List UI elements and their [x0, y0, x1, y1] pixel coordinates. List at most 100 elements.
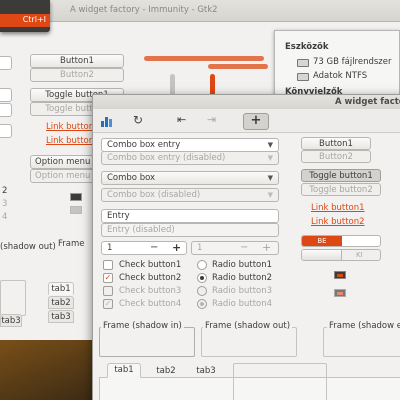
combo-box-entry-text: Combo box entry — [107, 140, 181, 150]
combo-box-disabled: Combo box (disabled) ▼ — [101, 188, 279, 202]
spin-value: 1 — [107, 243, 113, 253]
plus-icon[interactable]: + — [172, 241, 181, 254]
small-toggle-dark[interactable] — [334, 271, 346, 279]
back-tab-tab1[interactable]: tab1 — [48, 282, 74, 295]
chevron-down-icon: ▼ — [267, 191, 273, 199]
back-left-field-1[interactable] — [0, 56, 12, 70]
chevron-down-icon: ▼ — [267, 174, 273, 182]
back-left-tab3[interactable]: tab3 — [0, 314, 22, 327]
button1[interactable]: Button1 — [301, 137, 371, 150]
back-left-field-3[interactable] — [0, 103, 12, 117]
entry-field[interactable]: Entry — [101, 209, 279, 223]
places-header-tools: Eszközök — [285, 42, 329, 52]
tab-tab2[interactable]: tab2 — [149, 364, 183, 378]
frame-shadow-in — [99, 327, 195, 357]
back-option-menu[interactable]: Option menu — [30, 155, 100, 169]
skip-forward-icon: ⇥ — [207, 113, 217, 126]
tab-tab1[interactable]: tab1 — [107, 363, 141, 378]
undo-icon[interactable]: ↻ — [133, 113, 143, 127]
button2: Button2 — [301, 150, 371, 163]
chart-icon[interactable] — [101, 115, 113, 127]
tab-tab3[interactable]: tab3 — [189, 364, 223, 378]
switch-off[interactable]: KI — [301, 249, 381, 261]
places-item-filesystem[interactable]: 73 GB fájlrendszer — [313, 57, 392, 67]
frame-shadow-etched — [323, 327, 400, 357]
radio-button4 — [197, 299, 207, 309]
back-button2: Button2 — [30, 68, 124, 82]
combo-box-entry-disabled: Combo box entry (disabled) ▼ — [101, 151, 279, 165]
radio-button2[interactable] — [197, 273, 207, 283]
frame-shadow-out — [201, 327, 297, 357]
spin-button[interactable]: 1 − + — [101, 241, 187, 255]
radio-button3-label: Radio button3 — [212, 286, 273, 296]
back-frame-label: Frame — [58, 239, 85, 249]
back-left-label-3: 3 — [2, 199, 8, 209]
combo-box-entry[interactable]: Combo box entry ▼ — [101, 138, 279, 152]
back-left-label-2: 2 — [2, 186, 8, 196]
minus-icon[interactable]: − — [150, 242, 158, 253]
toolbar: ↻ ⇤ ⇥ + — [93, 109, 400, 133]
back-button1[interactable]: Button1 — [30, 54, 124, 68]
back-window-title: A widget factory - Immunity - Gtk2 — [70, 5, 218, 15]
menu-item-highlight[interactable]: Ctrl+I — [0, 14, 50, 27]
toggle-button1[interactable]: Toggle button1 — [301, 169, 381, 182]
combo-box[interactable]: Combo box ▼ — [101, 171, 279, 185]
check-button2[interactable]: ✓ — [103, 273, 113, 283]
places-panel: Eszközök 73 GB fájlrendszer Adatok NTFS … — [274, 30, 400, 102]
check-button3 — [103, 286, 113, 296]
back-option-menu-disabled: Option menu — [30, 169, 100, 183]
entry-field-disabled: Entry (disabled) — [101, 223, 279, 237]
back-frame-box — [0, 280, 26, 316]
check-button4: ✓ — [103, 299, 113, 309]
back-left-label-4: 4 — [2, 212, 8, 222]
front-window-title: A widget factory — [335, 97, 400, 107]
back-tab-tab3[interactable]: tab3 — [48, 310, 74, 323]
check-button3-label: Check button3 — [119, 286, 182, 296]
front-window: A widget factory ↻ ⇤ ⇥ + Combo box entry… — [92, 94, 400, 400]
combo-box-disabled-text: Combo box (disabled) — [107, 190, 201, 200]
check-button4-label: Check button4 — [119, 299, 182, 309]
add-toggle-button[interactable]: + — [243, 113, 269, 130]
small-toggle-light-accent — [337, 292, 343, 295]
popup-menu: Ctrl+I — [0, 0, 50, 32]
link-button1[interactable]: Link button1 — [311, 203, 365, 213]
radio-button1[interactable] — [197, 260, 207, 270]
frame-shadow-out-label: Frame (shadow out) — [203, 321, 293, 331]
combo-box-entry-disabled-text: Combo box entry (disabled) — [107, 153, 226, 163]
chevron-down-icon: ▼ — [267, 154, 273, 162]
back-hscale-track-2[interactable] — [208, 64, 268, 69]
switch-on[interactable]: BE — [301, 235, 381, 247]
back-left-field-2[interactable] — [0, 88, 12, 102]
check-button1[interactable] — [103, 260, 113, 270]
places-item-ntfs[interactable]: Adatok NTFS — [313, 71, 367, 81]
front-window-titlebar[interactable]: A widget factory — [93, 95, 400, 109]
back-tab-tab2[interactable]: tab2 — [48, 296, 74, 309]
small-toggle-dark-accent — [337, 274, 343, 277]
check-button2-label: Check button2 — [119, 273, 182, 283]
minus-icon: − — [240, 242, 249, 253]
drive-icon — [297, 73, 309, 81]
back-small-toggle-dis — [70, 206, 82, 214]
back-small-toggle[interactable] — [70, 193, 82, 201]
back-hscale-track[interactable] — [144, 56, 264, 61]
back-left-field-4[interactable] — [0, 124, 12, 138]
combo-box-text: Combo box — [107, 173, 156, 183]
switch-off-knob — [302, 250, 342, 260]
toggle-button2: Toggle button2 — [301, 183, 381, 196]
frame-shadow-in-label: Frame (shadow in) — [101, 321, 184, 331]
radio-button3 — [197, 286, 207, 296]
skip-back-icon[interactable]: ⇤ — [177, 113, 186, 126]
check-button1-label: Check button1 — [119, 260, 182, 270]
radio-button2-label: Radio button2 — [212, 273, 273, 283]
frame-shadow-etched-label: Frame (shadow e — [327, 321, 400, 331]
chevron-down-icon[interactable]: ▼ — [268, 139, 273, 151]
notebook-secondary-panel — [233, 363, 327, 400]
drive-icon — [297, 59, 309, 67]
radio-button1-label: Radio button1 — [212, 260, 273, 270]
link-button2[interactable]: Link button2 — [311, 217, 365, 227]
switch-off-label: KI — [356, 251, 363, 259]
switch-on-fill: BE — [302, 236, 342, 246]
back-frame-shadow-out-label: (shadow out) — [0, 242, 56, 252]
menu-shortcut: Ctrl+I — [22, 15, 46, 24]
back-window-titlebar[interactable]: A widget factory - Immunity - Gtk2 — [0, 0, 400, 22]
